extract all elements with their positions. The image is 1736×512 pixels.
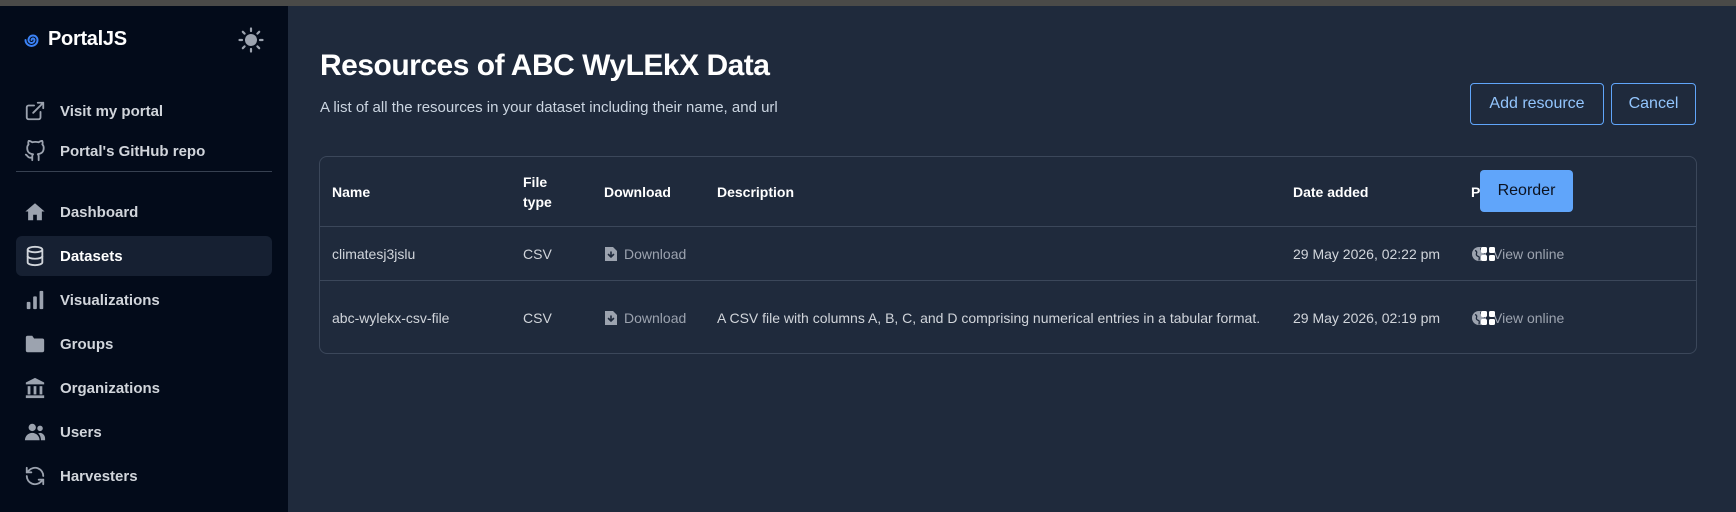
users-icon	[24, 423, 46, 441]
github-repo-link[interactable]: Portal's GitHub repo	[16, 131, 272, 171]
github-icon	[24, 140, 45, 162]
sidebar-item-users[interactable]: Users	[16, 412, 272, 452]
resources-table: Name File type Download Description Date…	[319, 156, 1697, 354]
sidebar-item-organizations[interactable]: Organizations	[16, 368, 272, 408]
drag-handle-icon[interactable]	[1480, 246, 1496, 267]
download-cell: Download	[604, 227, 714, 280]
cancel-button[interactable]: Cancel	[1611, 83, 1696, 125]
header-description: Description	[717, 183, 795, 200]
theme-toggle-sun-icon[interactable]	[238, 27, 264, 58]
header-date-added: Date added	[1293, 183, 1369, 200]
building-icon	[25, 377, 45, 399]
sidebar-item-label: Organizations	[60, 379, 161, 397]
sidebar-item-visualizations[interactable]: Visualizations	[16, 280, 272, 320]
view-online-label: View online	[1493, 310, 1565, 326]
header-download: Download	[604, 183, 671, 200]
github-repo-label: Portal's GitHub repo	[60, 142, 206, 160]
file-download-icon	[605, 311, 617, 325]
table-row: abc-wylekx-csv-file CSV Download A CSV f…	[320, 281, 1696, 353]
sidebar-item-label: Datasets	[60, 247, 123, 265]
database-icon	[26, 245, 44, 267]
download-label: Download	[624, 310, 687, 326]
visit-portal-link[interactable]: Visit my portal	[16, 91, 272, 131]
download-label: Download	[624, 245, 687, 262]
resource-file-type: CSV	[523, 310, 552, 326]
sidebar-item-datasets[interactable]: Datasets	[16, 236, 272, 276]
portaljs-spiral-icon	[24, 34, 39, 47]
reorder-button[interactable]: Reorder	[1480, 170, 1573, 212]
main-content: Resources of ABC WyLEkX Data A list of a…	[288, 6, 1736, 512]
bar-chart-icon	[26, 290, 44, 310]
resource-file-type: CSV	[523, 245, 552, 262]
home-icon	[25, 203, 45, 221]
sidebar-item-label: Groups	[60, 335, 114, 353]
sidebar-item-label: Visualizations	[60, 291, 160, 309]
download-cell: Download	[604, 281, 714, 353]
page-title: Resources of ABC WyLEkX Data	[320, 49, 770, 82]
sidebar-item-dashboard[interactable]: Dashboard	[16, 192, 272, 232]
download-link[interactable]: Download	[604, 246, 686, 262]
refresh-icon	[25, 466, 45, 486]
resource-description	[717, 227, 1270, 280]
add-resource-button[interactable]: Add resource	[1470, 83, 1604, 125]
sidebar-divider	[16, 171, 272, 172]
sidebar-item-label: Harvesters	[60, 467, 138, 485]
external-link-icon	[25, 101, 45, 121]
table-row: climatesj3jslu CSV Download 29 May 2026,…	[320, 227, 1696, 281]
header-name: Name	[332, 183, 371, 200]
sidebar: PortalJS Visit my portal Portal's GitHub…	[0, 6, 288, 512]
header-file-type: File type	[523, 173, 552, 210]
sidebar-item-label: Dashboard	[60, 203, 139, 221]
resource-description: A CSV file with columns A, B, C, and D c…	[717, 310, 1261, 326]
visit-portal-label: Visit my portal	[60, 102, 164, 120]
view-online-label: View online	[1493, 245, 1565, 262]
brand-name: PortalJS	[48, 28, 127, 50]
file-download-icon	[605, 246, 617, 261]
folder-icon	[25, 335, 45, 353]
download-link[interactable]: Download	[604, 310, 686, 326]
table-header-row: Name File type Download Description Date…	[320, 157, 1696, 227]
resource-date-added: 29 May 2026, 02:19 pm	[1293, 310, 1441, 326]
resource-name: climatesj3jslu	[332, 245, 416, 262]
sidebar-item-groups[interactable]: Groups	[16, 324, 272, 364]
sidebar-item-label: Users	[60, 423, 102, 441]
drag-handle-icon[interactable]	[1480, 310, 1496, 331]
page-subtitle: A list of all the resources in your data…	[320, 99, 778, 116]
resource-name: abc-wylekx-csv-file	[332, 310, 450, 326]
sidebar-item-harvesters[interactable]: Harvesters	[16, 456, 272, 496]
brand-logo[interactable]: PortalJS	[24, 28, 127, 51]
resource-date-added: 29 May 2026, 02:22 pm	[1293, 245, 1441, 262]
